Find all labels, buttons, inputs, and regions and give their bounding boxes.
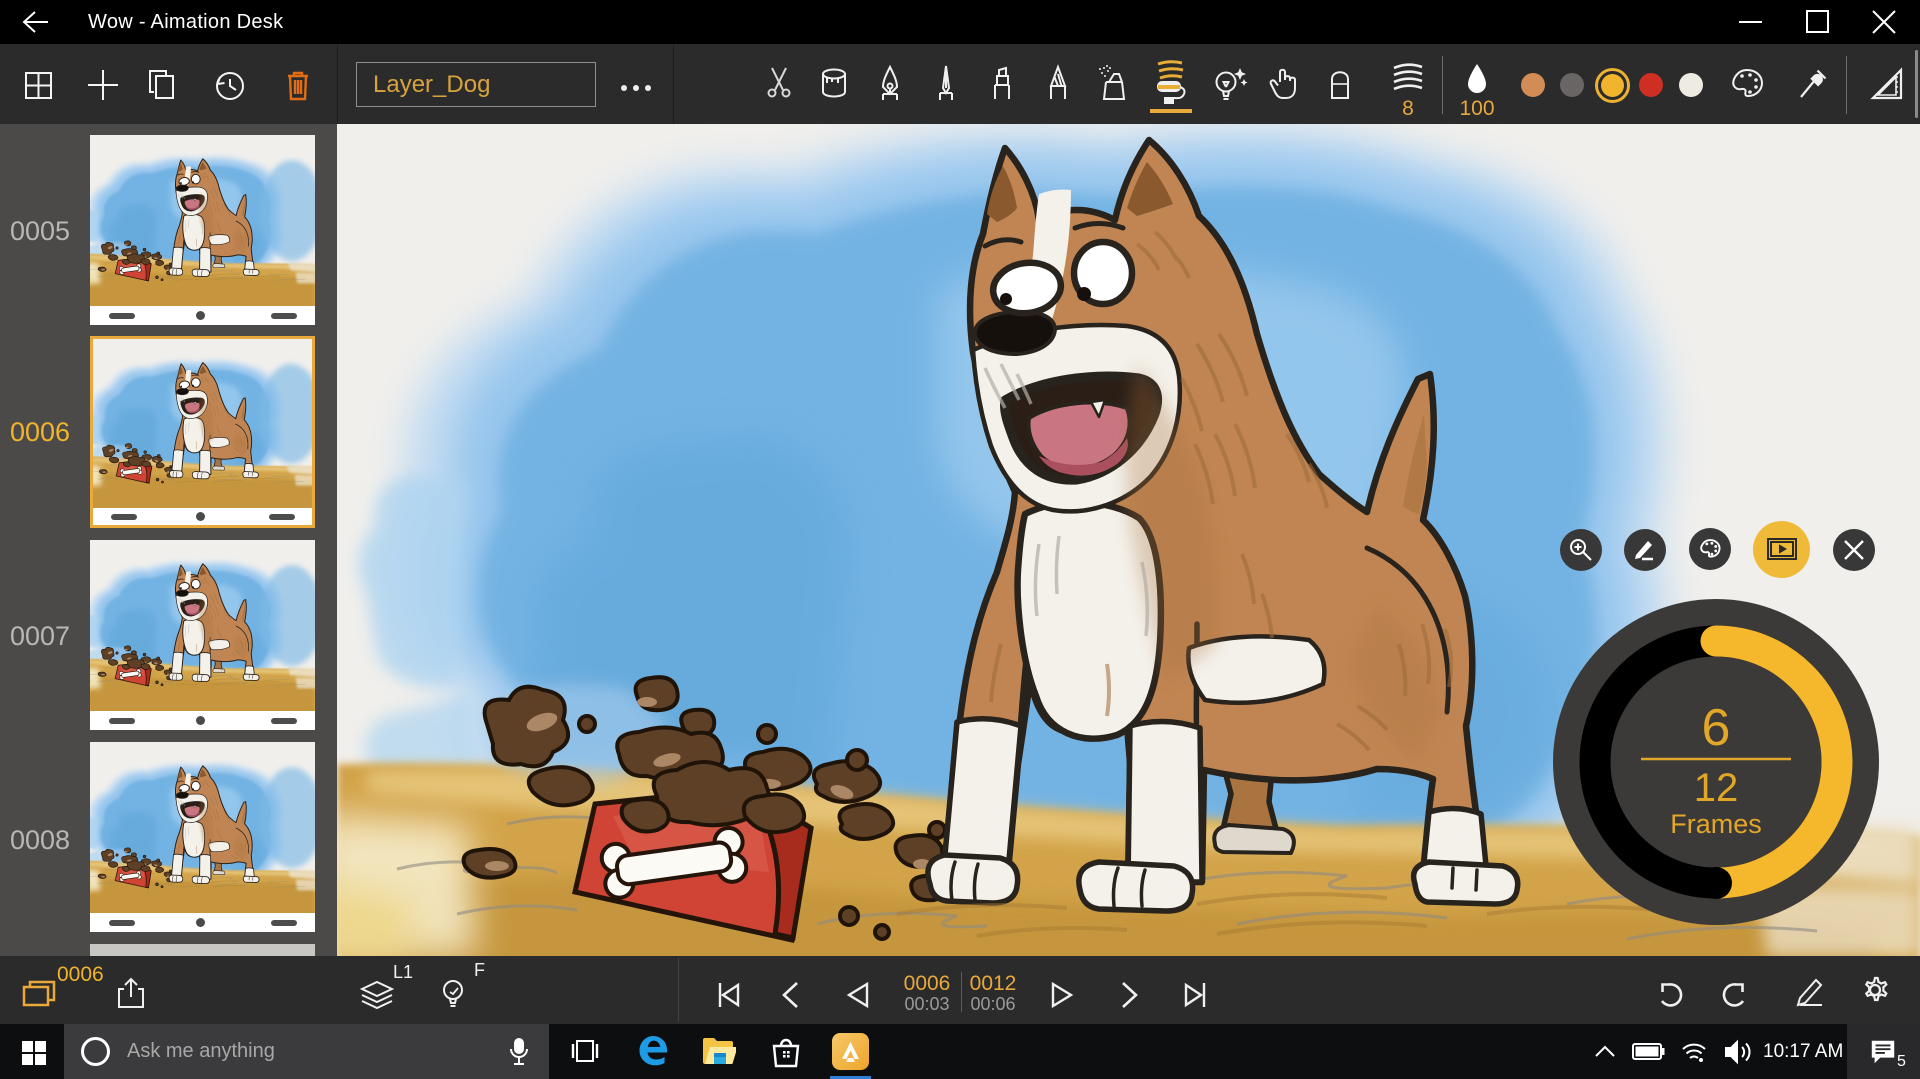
svg-text:Frames: Frames <box>1670 809 1762 839</box>
svg-text:6: 6 <box>1702 699 1731 757</box>
svg-text:12: 12 <box>1694 766 1739 810</box>
